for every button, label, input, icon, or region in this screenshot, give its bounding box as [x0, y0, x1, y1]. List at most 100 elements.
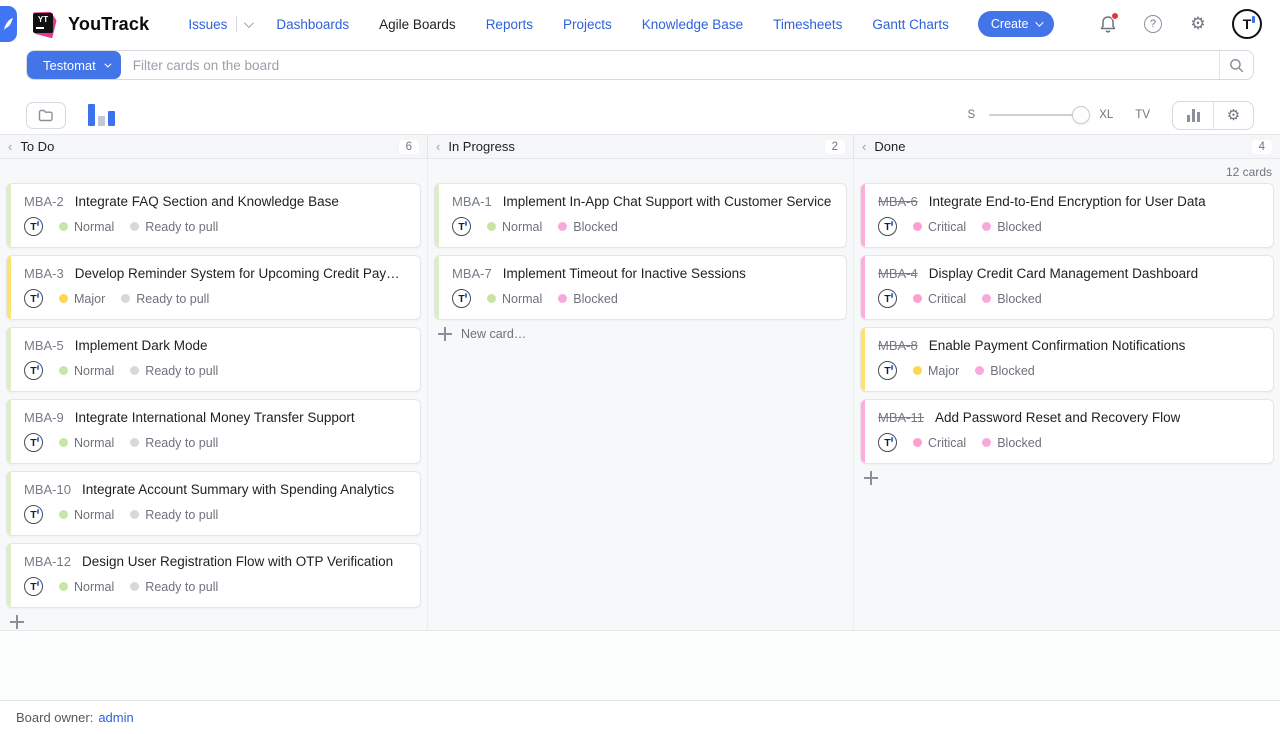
board-card[interactable]: MBA-12 Design User Registration Flow wit… — [6, 543, 421, 608]
issue-title[interactable]: Integrate Account Summary with Spending … — [82, 482, 394, 497]
settings-button[interactable]: ⚙ — [1187, 13, 1209, 35]
priority-field[interactable]: Normal — [59, 508, 114, 522]
priority-field[interactable]: Major — [913, 364, 959, 378]
assignee-avatar[interactable]: T — [24, 505, 43, 524]
issue-id[interactable]: MBA-1 — [452, 194, 492, 209]
nav-item[interactable]: Dashboards — [261, 11, 364, 38]
board-card[interactable]: MBA-4 Display Credit Card Management Das… — [860, 255, 1274, 320]
nav-item[interactable]: Gantt Charts — [857, 11, 964, 38]
board-card[interactable]: MBA-1 Implement In-App Chat Support with… — [434, 183, 847, 248]
assignee-avatar[interactable]: T — [24, 361, 43, 380]
board-card[interactable]: MBA-11 Add Password Reset and Recovery F… — [860, 399, 1274, 464]
priority-field[interactable]: Normal — [59, 436, 114, 450]
collapse-column-icon[interactable]: ‹ — [436, 140, 440, 153]
issue-title[interactable]: Enable Payment Confirmation Notification… — [929, 338, 1186, 353]
issue-title[interactable]: Add Password Reset and Recovery Flow — [935, 410, 1180, 425]
status-field[interactable]: Ready to pull — [130, 364, 218, 378]
youtrack-logo[interactable]: YT — [29, 9, 59, 39]
status-field[interactable]: Ready to pull — [130, 220, 218, 234]
assignee-avatar[interactable]: T — [452, 217, 471, 236]
filter-cards-input[interactable] — [121, 51, 1219, 79]
issue-title[interactable]: Design User Registration Flow with OTP V… — [82, 554, 393, 569]
add-card-button[interactable] — [864, 471, 1274, 490]
issue-title[interactable]: Integrate International Money Transfer S… — [75, 410, 355, 425]
slider-thumb[interactable] — [1072, 106, 1090, 124]
status-field[interactable]: Ready to pull — [130, 436, 218, 450]
nav-item[interactable]: Knowledge Base — [627, 11, 758, 38]
board-progress-chart-icon[interactable] — [88, 104, 115, 126]
issue-id[interactable]: MBA-7 — [452, 266, 492, 281]
nav-issues-label[interactable]: Issues — [188, 17, 227, 32]
issue-title[interactable]: Implement Dark Mode — [75, 338, 208, 353]
card-size-slider[interactable] — [989, 106, 1081, 124]
assignee-avatar[interactable]: T — [878, 361, 897, 380]
status-field[interactable]: Blocked — [975, 364, 1034, 378]
issue-id[interactable]: MBA-6 — [878, 194, 918, 209]
board-card[interactable]: MBA-9 Integrate International Money Tran… — [6, 399, 421, 464]
board-card[interactable]: MBA-7 Implement Timeout for Inactive Ses… — [434, 255, 847, 320]
priority-field[interactable]: Normal — [487, 292, 542, 306]
issue-id[interactable]: MBA-11 — [878, 410, 924, 425]
collapse-column-icon[interactable]: ‹ — [862, 140, 866, 153]
priority-field[interactable]: Critical — [913, 436, 966, 450]
status-field[interactable]: Ready to pull — [121, 292, 209, 306]
issue-title[interactable]: Implement In-App Chat Support with Custo… — [503, 194, 832, 209]
sidebar-toggle-button[interactable] — [0, 6, 17, 42]
column-header-done[interactable]: ‹ Done 4 — [853, 135, 1280, 158]
status-field[interactable]: Ready to pull — [130, 580, 218, 594]
assignee-avatar[interactable]: T — [24, 289, 43, 308]
priority-field[interactable]: Normal — [59, 580, 114, 594]
assignee-avatar[interactable]: T — [878, 289, 897, 308]
nav-item[interactable]: Agile Boards — [364, 11, 471, 38]
user-avatar[interactable]: T — [1232, 9, 1262, 39]
tv-mode-button[interactable]: TV — [1135, 109, 1150, 121]
issue-title[interactable]: Integrate End-to-End Encryption for User… — [929, 194, 1206, 209]
notifications-button[interactable] — [1097, 13, 1119, 35]
issue-title[interactable]: Display Credit Card Management Dashboard — [929, 266, 1198, 281]
priority-field[interactable]: Major — [59, 292, 105, 306]
burndown-chart-button[interactable] — [1173, 102, 1213, 129]
nav-item-issues[interactable]: Issues — [173, 10, 261, 38]
board-owner-link[interactable]: admin — [98, 710, 133, 725]
issue-id[interactable]: MBA-12 — [24, 554, 71, 569]
issue-title[interactable]: Integrate FAQ Section and Knowledge Base — [75, 194, 339, 209]
column-header-todo[interactable]: ‹ To Do 6 — [0, 135, 427, 158]
column-header-in-progress[interactable]: ‹ In Progress 2 — [427, 135, 853, 158]
issue-id[interactable]: MBA-2 — [24, 194, 64, 209]
board-card[interactable]: MBA-6 Integrate End-to-End Encryption fo… — [860, 183, 1274, 248]
board-card[interactable]: MBA-8 Enable Payment Confirmation Notifi… — [860, 327, 1274, 392]
issue-id[interactable]: MBA-8 — [878, 338, 918, 353]
nav-item[interactable]: Projects — [548, 11, 627, 38]
priority-field[interactable]: Normal — [487, 220, 542, 234]
priority-field[interactable]: Critical — [913, 292, 966, 306]
new-card-button[interactable]: New card… — [438, 327, 847, 341]
status-field[interactable]: Blocked — [558, 292, 617, 306]
issue-id[interactable]: MBA-4 — [878, 266, 918, 281]
help-button[interactable]: ? — [1142, 13, 1164, 35]
board-card[interactable]: MBA-5 Implement Dark Mode T Normal — [6, 327, 421, 392]
board-card[interactable]: MBA-2 Integrate FAQ Section and Knowledg… — [6, 183, 421, 248]
assignee-avatar[interactable]: T — [452, 289, 471, 308]
board-card[interactable]: MBA-3 Develop Reminder System for Upcomi… — [6, 255, 421, 320]
board-settings-button[interactable]: ⚙ — [1213, 102, 1253, 129]
status-field[interactable]: Blocked — [982, 292, 1041, 306]
status-field[interactable]: Blocked — [558, 220, 617, 234]
issue-title[interactable]: Implement Timeout for Inactive Sessions — [503, 266, 746, 281]
issue-id[interactable]: MBA-10 — [24, 482, 71, 497]
priority-field[interactable]: Normal — [59, 220, 114, 234]
assignee-avatar[interactable]: T — [24, 577, 43, 596]
status-field[interactable]: Ready to pull — [130, 508, 218, 522]
assignee-avatar[interactable]: T — [878, 433, 897, 452]
status-field[interactable]: Blocked — [982, 436, 1041, 450]
priority-field[interactable]: Critical — [913, 220, 966, 234]
assignee-avatar[interactable]: T — [24, 217, 43, 236]
nav-item[interactable]: Timesheets — [758, 11, 857, 38]
priority-field[interactable]: Normal — [59, 364, 114, 378]
status-field[interactable]: Blocked — [982, 220, 1041, 234]
assignee-avatar[interactable]: T — [24, 433, 43, 452]
project-selector-button[interactable]: Testomat — [27, 51, 121, 79]
issue-title[interactable]: Develop Reminder System for Upcoming Cre… — [75, 266, 408, 281]
create-button[interactable]: Create — [978, 11, 1055, 37]
issue-id[interactable]: MBA-5 — [24, 338, 64, 353]
board-card[interactable]: MBA-10 Integrate Account Summary with Sp… — [6, 471, 421, 536]
